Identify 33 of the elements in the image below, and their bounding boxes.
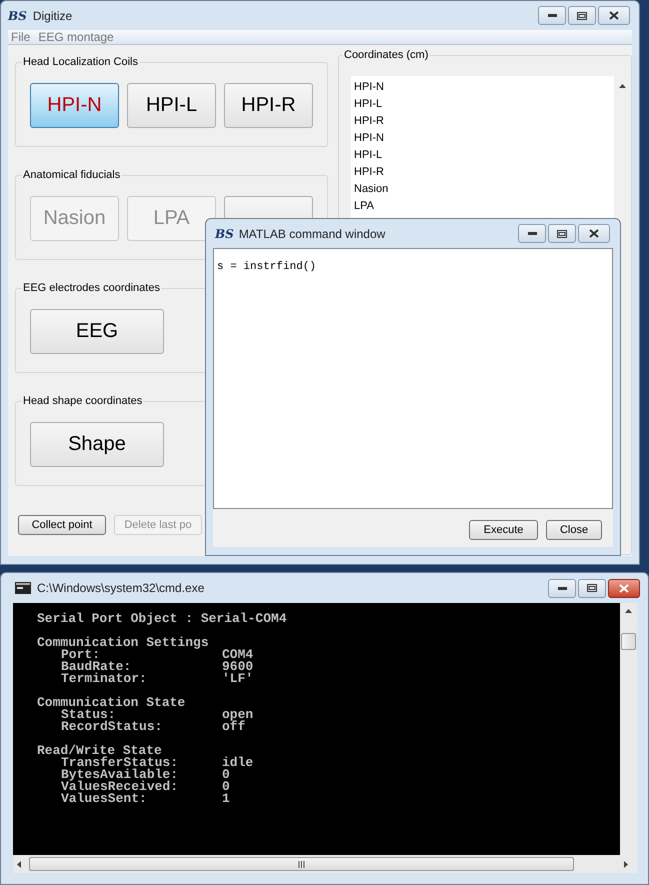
app-logo: BS [215,226,234,242]
group-title: EEG electrodes coordinates [22,281,161,296]
app-logo: BS [8,8,27,24]
console-line: Communication Settings [37,637,210,649]
window-title: Digitize [32,8,74,24]
property-value: open [222,709,254,721]
property-name: BaudRate: [60,661,132,673]
console-line: Serial Port Object : Serial-COM4 [37,613,288,625]
group-title: Head Localization Coils [22,55,139,70]
console-line: Communication State [37,697,186,709]
property-value: COM4 [222,649,254,661]
property-name: TransferStatus: [60,757,180,769]
property-value: off [222,721,246,733]
property-value: 'LF' [222,673,254,685]
property-value: 1 [222,793,230,805]
property-value: 0 [222,769,230,781]
property-name: RecordStatus: [60,721,164,733]
property-name: Port: [60,649,100,661]
property-value: 9600 [222,661,254,673]
group-title: Coordinates (cm) [343,48,430,63]
property-name: Terminator: [60,673,148,685]
property-name: Status: [60,709,116,721]
window-title: MATLAB command window [238,226,386,242]
window-title: C:\Windows\system32\cmd.exe [37,580,206,597]
property-name: BytesAvailable: [60,769,180,781]
property-value: idle [222,757,254,769]
group-title: Head shape coordinates [22,394,144,409]
command-text: s = instrfind() [217,261,316,273]
group-title: Anatomical fiducials [22,168,122,183]
console-line: Read/Write State [37,745,162,757]
property-name: ValuesSent: [60,793,148,805]
property-name: ValuesReceived: [60,781,180,793]
property-value: 0 [222,781,230,793]
